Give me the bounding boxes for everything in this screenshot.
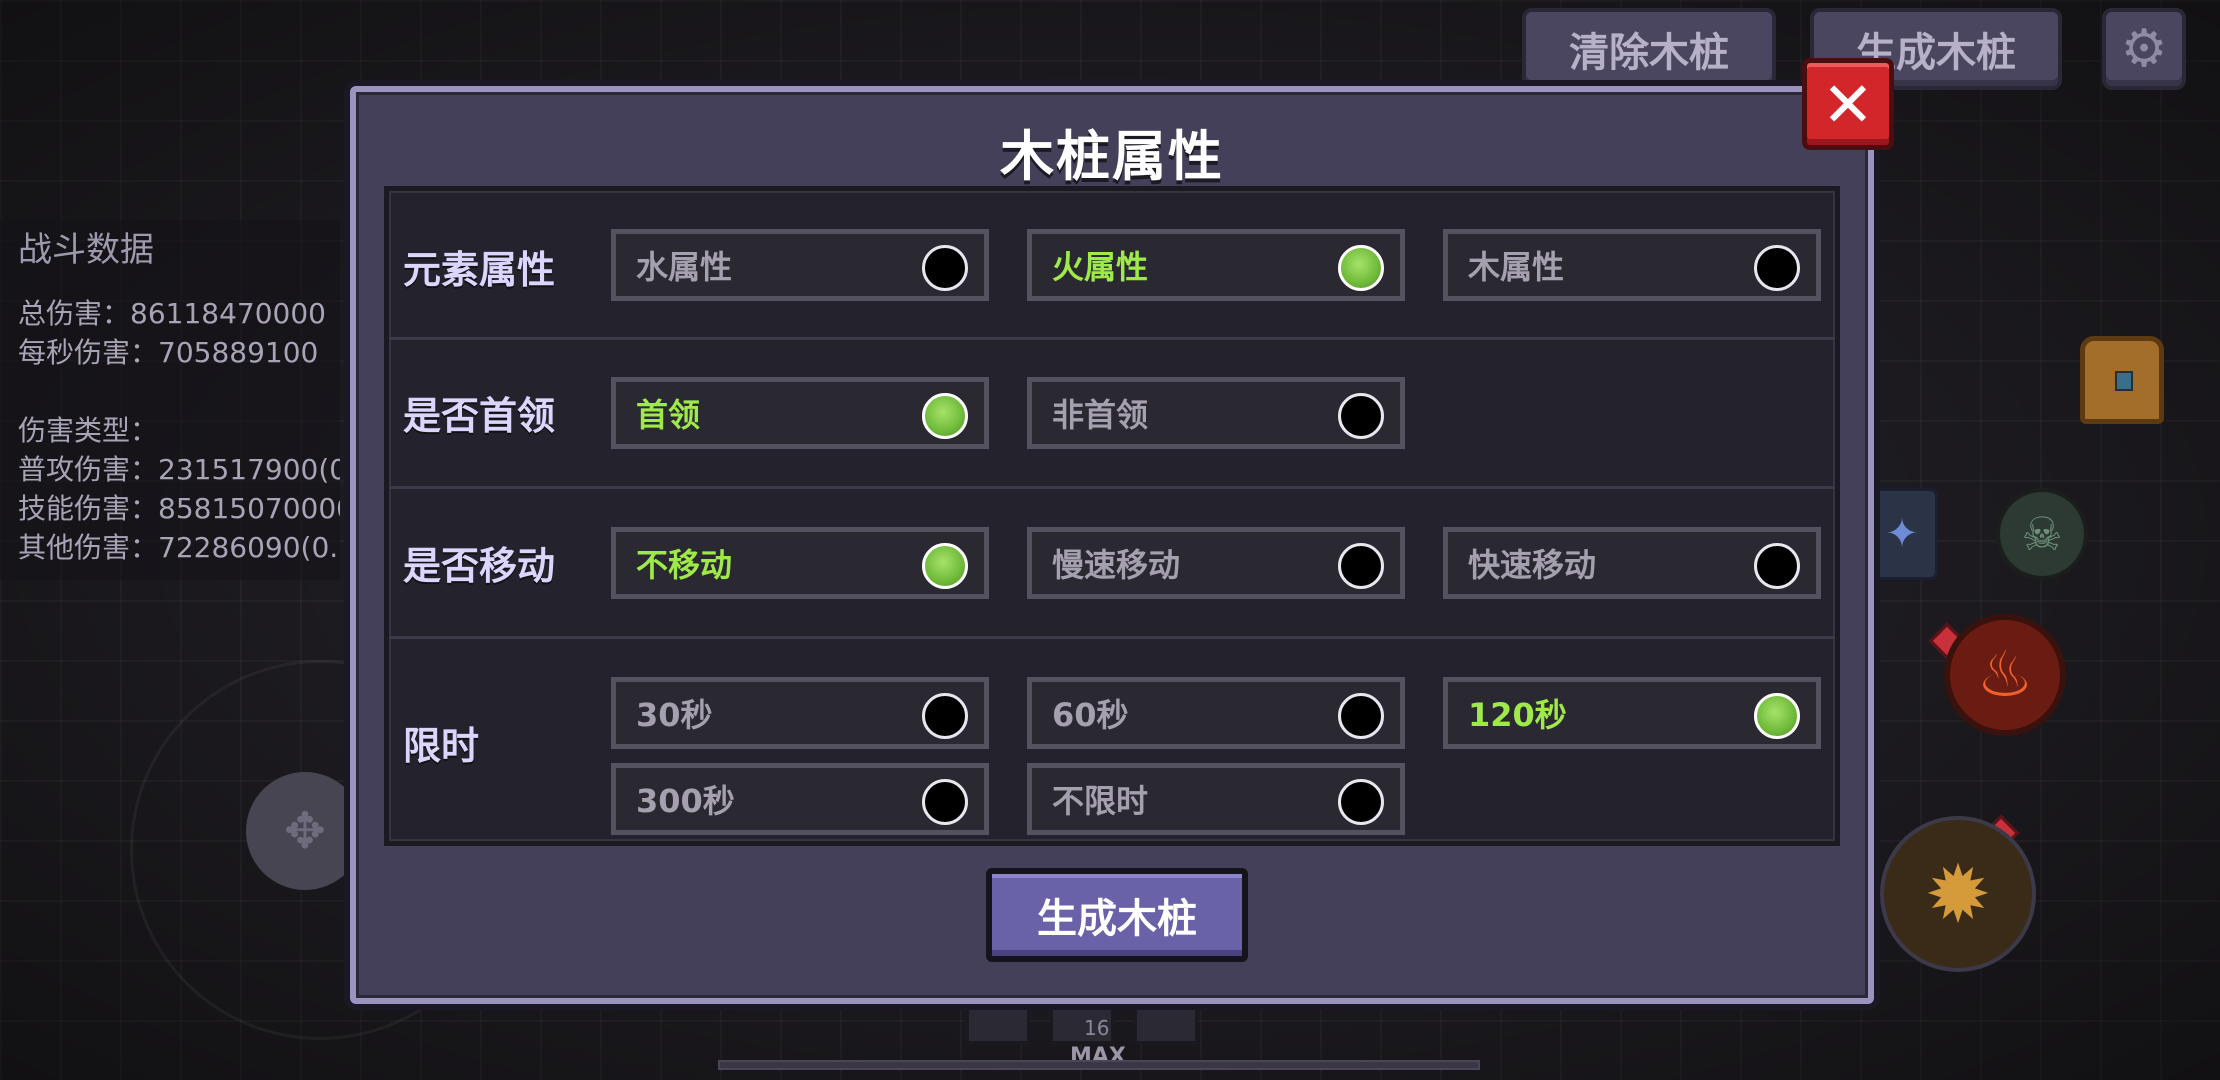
clear-stakes-button[interactable]: 清除木桩 — [1522, 8, 1776, 90]
radio-icon — [1754, 245, 1800, 291]
treasure-chest-icon[interactable] — [2080, 336, 2164, 424]
option-no-move[interactable]: 不移动 — [611, 527, 989, 599]
dialog-title: 木桩属性 — [1000, 125, 1224, 188]
row-divider — [389, 486, 1835, 489]
option-label: 非首领 — [1052, 396, 1149, 434]
damage-type-label: 伤害类型： — [18, 414, 159, 447]
item-hotbar — [966, 1000, 1198, 1044]
stake-properties-dialog: 木桩属性 元素属性 水属性 火属性 木属性 是否首领 首领 非首领 是否移动 不… — [350, 86, 1874, 1004]
option-120s[interactable]: 120秒 — [1443, 677, 1821, 749]
damage-per-second: 每秒伤害：705889100 — [18, 336, 319, 369]
option-label: 木属性 — [1468, 248, 1565, 286]
level-number: 16 — [1084, 1016, 1110, 1040]
option-label: 首领 — [636, 396, 701, 434]
element-row: 元素属性 水属性 火属性 木属性 — [389, 191, 1835, 341]
option-no-limit[interactable]: 不限时 — [1027, 763, 1405, 835]
ghost-skill-icon[interactable]: ☠ — [1996, 488, 2088, 580]
hotbar-slot[interactable] — [1134, 1000, 1198, 1044]
option-label: 60秒 — [1052, 696, 1129, 734]
radio-icon — [922, 779, 968, 825]
option-60s[interactable]: 60秒 — [1027, 677, 1405, 749]
hotbar-slot[interactable] — [966, 1000, 1030, 1044]
radio-icon — [1338, 779, 1384, 825]
option-label: 不限时 — [1052, 782, 1149, 820]
time-limit-row: 限时 30秒 60秒 120秒 300秒 不限时 — [389, 641, 1835, 841]
radio-icon — [1338, 393, 1384, 439]
radio-selected-icon — [1754, 693, 1800, 739]
generate-stake-button[interactable]: 生成木桩 — [986, 868, 1248, 962]
radio-icon — [922, 693, 968, 739]
other-damage: 其他伤害：72286090(0. — [18, 531, 339, 564]
option-30s[interactable]: 30秒 — [611, 677, 989, 749]
radio-selected-icon — [922, 393, 968, 439]
option-boss[interactable]: 首领 — [611, 377, 989, 449]
option-not-boss[interactable]: 非首领 — [1027, 377, 1405, 449]
experience-bar — [718, 1060, 1480, 1070]
combat-stats-title: 战斗数据 — [18, 230, 154, 270]
option-label: 火属性 — [1052, 248, 1149, 286]
option-label: 300秒 — [636, 782, 735, 820]
row-label: 限时 — [403, 724, 480, 768]
row-divider — [389, 337, 1835, 340]
row-label: 是否首领 — [403, 394, 556, 438]
radio-selected-icon — [922, 543, 968, 589]
weapon-slot-icon[interactable]: ✦ — [1866, 488, 1938, 580]
fire-skill-icon[interactable]: ♨ — [1944, 614, 2066, 736]
option-label: 慢速移动 — [1052, 546, 1181, 584]
total-damage: 总伤害：86118470000 — [18, 297, 326, 330]
radio-icon — [1338, 543, 1384, 589]
joystick-knob[interactable]: ✥ — [246, 772, 364, 890]
option-label: 120秒 — [1468, 696, 1567, 734]
option-wood[interactable]: 木属性 — [1443, 229, 1821, 301]
close-icon[interactable]: ✕ — [1802, 58, 1894, 150]
option-label: 快速移动 — [1468, 546, 1597, 584]
boss-row: 是否首领 首领 非首领 — [389, 341, 1835, 491]
option-fire[interactable]: 火属性 — [1027, 229, 1405, 301]
option-label: 水属性 — [636, 248, 733, 286]
radio-selected-icon — [1338, 245, 1384, 291]
row-label: 是否移动 — [403, 544, 556, 588]
option-water[interactable]: 水属性 — [611, 229, 989, 301]
option-slow-move[interactable]: 慢速移动 — [1027, 527, 1405, 599]
normal-attack-damage: 普攻伤害：231517900(0. — [18, 453, 340, 486]
gear-icon[interactable]: ⚙ — [2102, 8, 2186, 90]
option-300s[interactable]: 300秒 — [611, 763, 989, 835]
option-fast-move[interactable]: 快速移动 — [1443, 527, 1821, 599]
combat-stats-panel: 战斗数据 总伤害：86118470000 每秒伤害：705889100 伤害类型… — [0, 220, 340, 580]
skill-damage: 技能伤害：85815070000 — [18, 492, 340, 525]
option-label: 30秒 — [636, 696, 713, 734]
radio-icon — [1338, 693, 1384, 739]
options-panel: 元素属性 水属性 火属性 木属性 是否首领 首领 非首领 是否移动 不移动 慢速… — [384, 186, 1840, 846]
row-label: 元素属性 — [403, 248, 556, 292]
option-label: 不移动 — [636, 546, 733, 584]
attack-skill-icon[interactable]: ✹ — [1880, 816, 2036, 972]
radio-icon — [922, 245, 968, 291]
row-divider — [389, 636, 1835, 639]
radio-icon — [1754, 543, 1800, 589]
movement-row: 是否移动 不移动 慢速移动 快速移动 — [389, 491, 1835, 641]
